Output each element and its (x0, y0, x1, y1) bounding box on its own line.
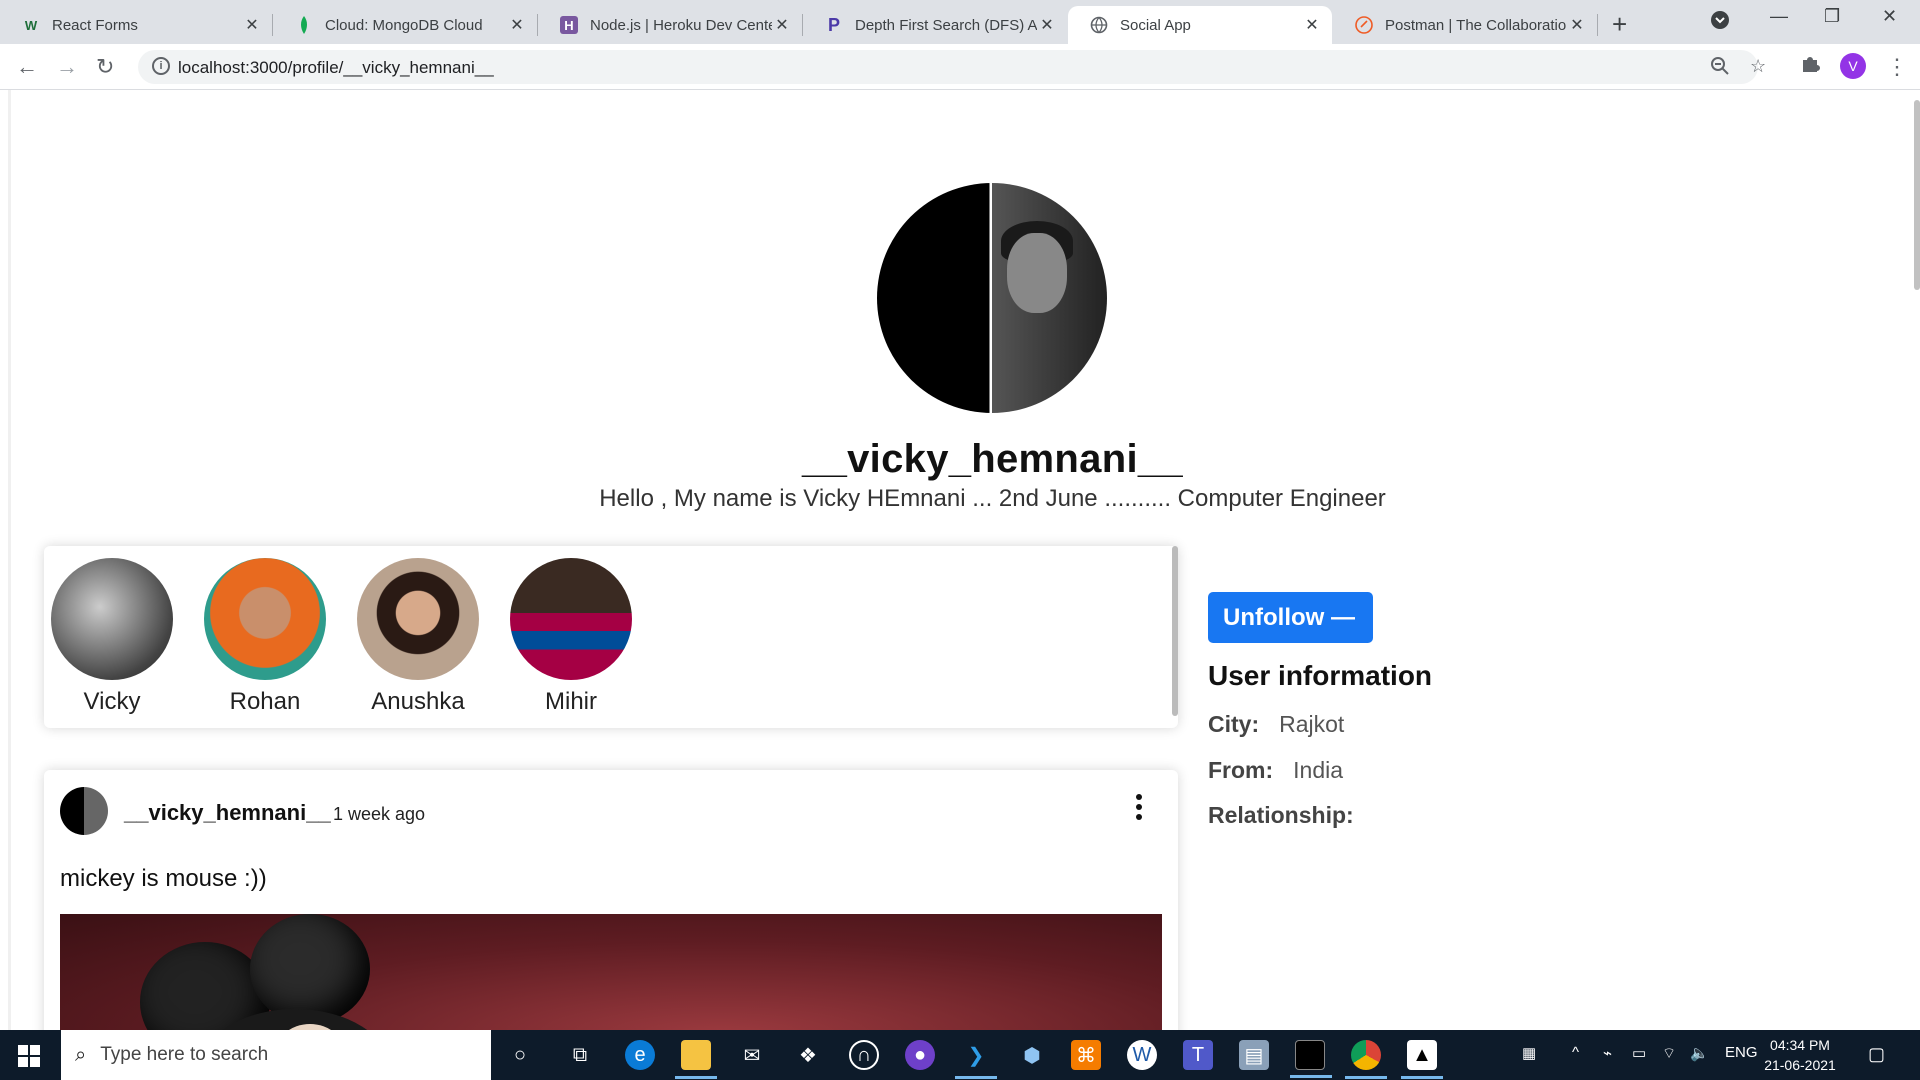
language-indicator[interactable]: ENG (1725, 1044, 1758, 1061)
terminal-icon[interactable] (1290, 1040, 1332, 1078)
friend-avatar (357, 558, 479, 680)
taskbar-search-box[interactable]: ⌕ Type here to search (61, 1030, 491, 1080)
friend-item-rohan[interactable]: Rohan (203, 558, 327, 716)
volume-icon[interactable]: 🔈 (1690, 1044, 1709, 1062)
close-icon[interactable]: ✕ (1567, 15, 1587, 35)
news-widget-icon[interactable]: ▦ (1522, 1044, 1536, 1062)
heroku-icon: H (560, 16, 578, 34)
tab-search-icon[interactable] (1710, 10, 1730, 35)
page-content: __vicky_hemnani__ Hello , My name is Vic… (0, 90, 1920, 1030)
wifi-icon[interactable]: ⌔ (1662, 1044, 1676, 1063)
back-icon[interactable]: ← (16, 54, 38, 80)
url-text[interactable]: localhost:3000/profile/__vicky_hemnani__ (178, 58, 494, 78)
friend-name: Anushka (371, 688, 465, 715)
edge-icon[interactable]: e (625, 1040, 655, 1070)
tab-separator (1597, 14, 1598, 36)
bookmark-star-icon[interactable]: ☆ (1750, 56, 1766, 77)
friend-avatar (204, 558, 326, 680)
zoom-icon[interactable] (1710, 56, 1730, 81)
github-desktop-icon[interactable]: ● (905, 1040, 935, 1070)
left-border (8, 90, 11, 1030)
friends-list: Vicky Rohan Anushka Mihir (44, 546, 1178, 728)
browser-toolbar: ← → ↻ i localhost:3000/profile/__vicky_h… (0, 44, 1920, 90)
dropbox-icon[interactable]: ❖ (793, 1040, 823, 1070)
friend-item-mihir[interactable]: Mihir (509, 558, 633, 716)
forward-icon[interactable]: → (56, 54, 78, 80)
menu-kebab-icon[interactable]: ⋮ (1886, 54, 1908, 80)
tab-postman[interactable]: Postman | The Collaboration ✕ (1333, 6, 1597, 44)
friend-name: Rohan (229, 688, 301, 715)
printer-app-icon[interactable]: ▤ (1239, 1040, 1269, 1070)
post-image (60, 914, 1162, 1030)
virtualbox-icon[interactable]: ⬢ (1017, 1040, 1047, 1070)
windows-start-icon[interactable] (18, 1045, 40, 1067)
tab-mongodb-cloud[interactable]: Cloud: MongoDB Cloud ✕ (273, 6, 537, 44)
restore-icon[interactable]: ❐ (1824, 6, 1840, 27)
user-info-from: From: India (1208, 757, 1344, 783)
page-scrollbar[interactable] (1914, 100, 1920, 290)
reload-icon[interactable]: ↻ (96, 54, 114, 80)
task-view-icon[interactable]: ⧉ (565, 1040, 595, 1070)
word-icon[interactable]: W (1127, 1040, 1157, 1070)
site-info-icon[interactable]: i (152, 57, 170, 75)
teams-icon[interactable]: T (1183, 1040, 1213, 1070)
windows-taskbar: ⌕ Type here to search ○ ⧉ e ✉ ❖ ∩ ● ❯ ⬢ … (0, 1030, 1920, 1080)
browser-tab-strip: W React Forms ✕ Cloud: MongoDB Cloud ✕ H… (0, 0, 1920, 44)
friend-item-anushka[interactable]: Anushka (356, 558, 480, 716)
xampp-icon[interactable]: ⌘ (1071, 1040, 1101, 1070)
taskbar-clock[interactable]: 04:34 PM 21-06-2021 (1760, 1035, 1840, 1075)
profile-bio: Hello , My name is Vicky HEmnani ... 2nd… (599, 485, 1386, 512)
window-close-icon[interactable]: ✕ (1882, 6, 1897, 27)
friend-name: Vicky (83, 688, 141, 715)
postman-app-icon[interactable]: ∩ (849, 1040, 879, 1070)
post-text: mickey is mouse :)) (60, 865, 267, 892)
tab-social-app[interactable]: Social App ✕ (1068, 6, 1332, 44)
vscode-icon[interactable]: ❯ (955, 1040, 997, 1079)
tab-react-forms[interactable]: W React Forms ✕ (0, 6, 272, 44)
mongodb-leaf-icon (295, 16, 313, 34)
tray-chevron-icon[interactable]: ^ (1572, 1044, 1579, 1061)
photos-icon[interactable]: ▲ (1401, 1040, 1443, 1079)
user-info-city: City: Rajkot (1208, 711, 1345, 737)
extensions-icon[interactable] (1800, 54, 1820, 80)
tab-dfs-algorithm[interactable]: P Depth First Search (DFS) Alg ✕ (803, 6, 1067, 44)
close-icon[interactable]: ✕ (772, 15, 792, 35)
post-username[interactable]: __vicky_hemnani__ (124, 800, 331, 826)
friend-avatar (510, 558, 632, 680)
post-timestamp: 1 week ago (333, 804, 426, 824)
post-card: __vicky_hemnani__ 1 week ago mickey is m… (44, 770, 1178, 1030)
profile-picture (877, 183, 1107, 413)
address-bar[interactable]: i localhost:3000/profile/__vicky_hemnani… (138, 50, 1766, 84)
browser-profile-avatar[interactable]: V (1840, 53, 1866, 79)
programiz-icon: P (827, 14, 840, 35)
friend-item-vicky[interactable]: Vicky (50, 558, 174, 716)
usb-icon[interactable]: ⌁ (1603, 1044, 1612, 1062)
user-info-relationship: Relationship: (1208, 802, 1354, 828)
file-explorer-icon[interactable] (675, 1040, 717, 1079)
friends-scrollbar[interactable] (1172, 546, 1178, 716)
wix-icon: W (24, 17, 38, 33)
notification-icon[interactable]: ▢ (1868, 1044, 1885, 1065)
postman-icon (1355, 16, 1373, 34)
cortana-icon[interactable]: ○ (505, 1040, 535, 1070)
battery-icon[interactable]: ▭ (1632, 1044, 1646, 1062)
minimize-icon[interactable]: — (1770, 6, 1788, 27)
post-avatar[interactable] (60, 787, 108, 835)
user-info-title: User information (1208, 660, 1433, 691)
tab-heroku[interactable]: H Node.js | Heroku Dev Cente ✕ (538, 6, 802, 44)
profile-username: __vicky_hemnani__ (802, 437, 1183, 481)
close-icon[interactable]: ✕ (1302, 15, 1322, 35)
friend-name: Mihir (545, 688, 597, 715)
new-tab-button[interactable]: + (1612, 9, 1627, 40)
close-icon[interactable]: ✕ (1037, 15, 1057, 35)
more-options-icon[interactable] (1134, 794, 1144, 826)
mail-icon[interactable]: ✉ (737, 1040, 767, 1070)
search-icon: ⌕ (75, 1043, 87, 1066)
friend-avatar (51, 558, 173, 680)
close-icon[interactable]: ✕ (242, 15, 262, 35)
globe-icon (1090, 16, 1108, 34)
chrome-icon[interactable] (1345, 1040, 1387, 1079)
close-icon[interactable]: ✕ (507, 15, 527, 35)
unfollow-button[interactable]: Unfollow — (1208, 592, 1373, 643)
